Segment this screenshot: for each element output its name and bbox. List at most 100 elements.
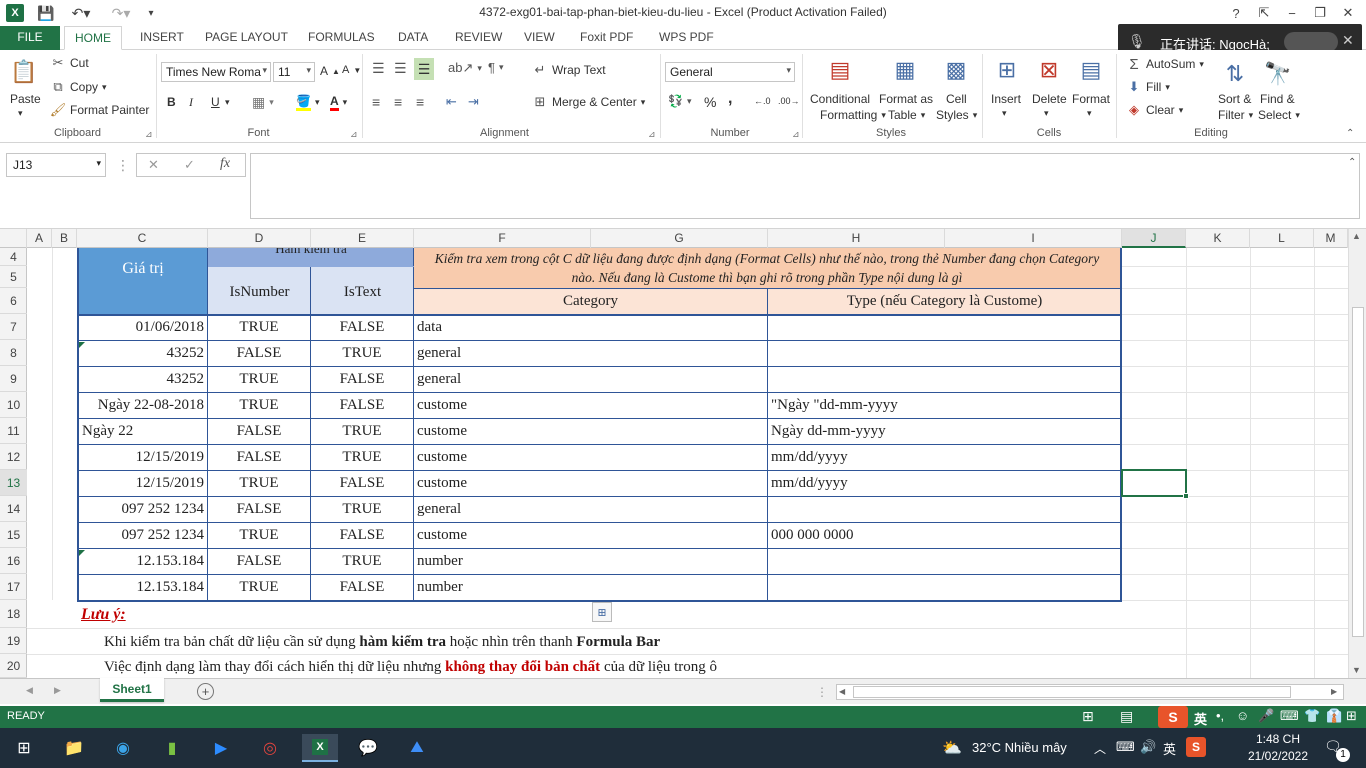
sort-filter-icon[interactable]: ⇅ <box>1219 58 1251 90</box>
tab-wps-pdf[interactable]: WPS PDF <box>649 26 724 50</box>
zoom-icon[interactable]: ▶ <box>205 734 237 762</box>
delete-cells-icon[interactable]: ⊠ <box>1033 54 1065 86</box>
cell-category[interactable]: general <box>414 341 767 366</box>
excel-taskbar-icon[interactable]: X <box>302 734 338 762</box>
cell-isnumber[interactable]: TRUE <box>208 471 310 496</box>
row-header-4[interactable]: 4 <box>0 248 27 266</box>
cell-isnumber[interactable]: FALSE <box>208 419 310 444</box>
font-launcher-icon[interactable]: ⊿ <box>350 129 358 140</box>
insert-dropdown-icon[interactable]: ▾ <box>1002 108 1007 119</box>
cell-type[interactable]: mm/dd/yyyy <box>768 471 1120 496</box>
cell-value[interactable]: 097 252 1234 <box>79 497 207 522</box>
wrap-text-button[interactable]: ↵ Wrap Text <box>532 62 606 78</box>
tab-home[interactable]: HOME <box>64 26 122 50</box>
cell-type[interactable] <box>768 341 1120 366</box>
tab-view[interactable]: VIEW <box>514 26 565 50</box>
cell-category[interactable]: custome <box>414 471 767 496</box>
show-hidden-icons[interactable]: ︿ <box>1094 740 1106 757</box>
cell-category[interactable]: number <box>414 549 767 574</box>
cell-isnumber[interactable]: TRUE <box>208 367 310 392</box>
row-header-12[interactable]: 12 <box>0 444 27 470</box>
file-explorer-icon[interactable]: 📁 <box>58 734 90 762</box>
cell-type[interactable] <box>768 497 1120 522</box>
name-box[interactable]: J13 ▾ <box>6 153 106 177</box>
minimize-button[interactable]: − <box>1280 3 1304 23</box>
find-select-label[interactable]: Find & <box>1260 92 1295 106</box>
row-header-7[interactable]: 7 <box>0 314 27 340</box>
cell-type[interactable] <box>768 575 1120 600</box>
accounting-format-icon[interactable]: 💱 ▾ <box>668 94 691 108</box>
column-header-a[interactable]: A <box>27 229 52 248</box>
collapse-formula-bar-icon[interactable]: ⌃ <box>1348 157 1356 168</box>
cell-category[interactable]: custome <box>414 393 767 418</box>
column-header-c[interactable]: C <box>77 229 208 248</box>
font-family-select[interactable]: Times New Roma ▾ <box>161 62 271 82</box>
network-icon[interactable]: ⌨ <box>1116 739 1135 755</box>
cell-isnumber[interactable]: FALSE <box>208 549 310 574</box>
decrease-decimal-icon[interactable]: .00→ <box>778 96 800 106</box>
align-left-icon[interactable]: ≡ <box>372 94 380 110</box>
voice-input-icon[interactable]: 🎤 <box>1258 708 1274 724</box>
enter-icon[interactable]: ✓ <box>184 157 195 173</box>
cell-isnumber[interactable]: FALSE <box>208 445 310 470</box>
cell-value[interactable]: 097 252 1234 <box>79 523 207 548</box>
cell-type[interactable]: mm/dd/yyyy <box>768 445 1120 470</box>
collapse-ribbon-icon[interactable]: ⌃ <box>1346 128 1354 139</box>
keyboard-icon[interactable]: ⌨ <box>1280 708 1299 724</box>
horizontal-scrollbar[interactable]: ◀ ▶ <box>836 684 1344 700</box>
italic-button[interactable]: I <box>189 95 193 110</box>
cell-type[interactable] <box>768 315 1120 340</box>
paste-icon[interactable]: 📋 <box>8 56 40 88</box>
cell-category[interactable]: custome <box>414 419 767 444</box>
number-launcher-icon[interactable]: ⊿ <box>792 129 800 140</box>
paste-dropdown-icon[interactable]: ▾ <box>18 108 23 119</box>
cell-styles-label[interactable]: Cell <box>946 92 967 106</box>
delete-dropdown-icon[interactable]: ▾ <box>1044 108 1049 119</box>
cell-type[interactable]: Ngày dd-mm-yyyy <box>768 419 1120 444</box>
text-direction-icon[interactable]: ¶ ▾ <box>488 60 504 75</box>
align-right-icon[interactable]: ≡ <box>416 94 424 110</box>
cell-category[interactable]: data <box>414 315 767 340</box>
header-gia-tri[interactable]: Giá trị <box>79 256 207 282</box>
instruction-text[interactable]: Kiểm tra xem trong cột C dữ liệu đang đư… <box>422 249 1112 287</box>
cell-type[interactable] <box>768 549 1120 574</box>
cell-value[interactable]: 43252 <box>79 341 207 366</box>
format-cells-icon[interactable]: ▤ <box>1075 54 1107 86</box>
scroll-right-icon[interactable]: ▶ <box>1331 687 1337 696</box>
fill-handle[interactable] <box>1183 493 1189 499</box>
tab-insert[interactable]: INSERT <box>130 26 194 50</box>
cell-istext[interactable]: TRUE <box>311 445 413 470</box>
insert-cells-button[interactable]: Insert <box>991 92 1021 106</box>
cell-value[interactable]: Ngày 22 <box>79 419 207 444</box>
clock-time[interactable]: 1:48 CH <box>1250 732 1306 746</box>
notes-title[interactable]: Lưu ý: <box>81 602 126 628</box>
formula-input[interactable] <box>250 153 1360 219</box>
restore-button[interactable]: ❐ <box>1308 3 1332 23</box>
ime-mode[interactable]: 英 <box>1194 709 1207 728</box>
weather-cloud-icon[interactable]: ⛅ <box>942 738 962 758</box>
cell-istext[interactable]: FALSE <box>311 523 413 548</box>
cell-istext[interactable]: TRUE <box>311 419 413 444</box>
column-header-m[interactable]: M <box>1314 229 1348 248</box>
note-line-2[interactable]: Việc định dạng làm thay đổi cách hiển th… <box>104 655 717 678</box>
comma-style-button[interactable]: , <box>728 90 732 108</box>
row-header-18[interactable]: 18 <box>0 600 27 628</box>
cell-type[interactable]: 000 000 0000 <box>768 523 1120 548</box>
decrease-indent-icon[interactable]: ⇤ <box>446 94 457 110</box>
row-header-11[interactable]: 11 <box>0 418 27 444</box>
row-header-6[interactable]: 6 <box>0 288 27 314</box>
emoji-icon[interactable]: ☺ <box>1236 708 1249 723</box>
grid-menu-icon[interactable]: ⊞ <box>1346 708 1357 724</box>
worksheet-grid[interactable]: Giá trị Hàm kiểm tra IsNumber IsText Kiể… <box>27 248 1348 678</box>
row-header-13[interactable]: 13 <box>0 470 27 496</box>
volume-icon[interactable]: 🔊 <box>1140 739 1156 755</box>
scroll-left-icon[interactable]: ◀ <box>839 687 845 696</box>
cell-category[interactable]: general <box>414 497 767 522</box>
borders-icon[interactable]: ▦ ▾ <box>252 94 274 111</box>
tab-split-icon[interactable]: ⋮ <box>816 685 828 699</box>
page-layout-view-icon[interactable]: ▤ <box>1120 708 1133 725</box>
note-line-1[interactable]: Khi kiểm tra bản chất dữ liệu cần sử dụn… <box>104 629 660 655</box>
header-isnumber[interactable]: IsNumber <box>208 276 311 308</box>
format-as-table-label[interactable]: Format as <box>879 92 933 106</box>
column-header-f[interactable]: F <box>414 229 591 248</box>
